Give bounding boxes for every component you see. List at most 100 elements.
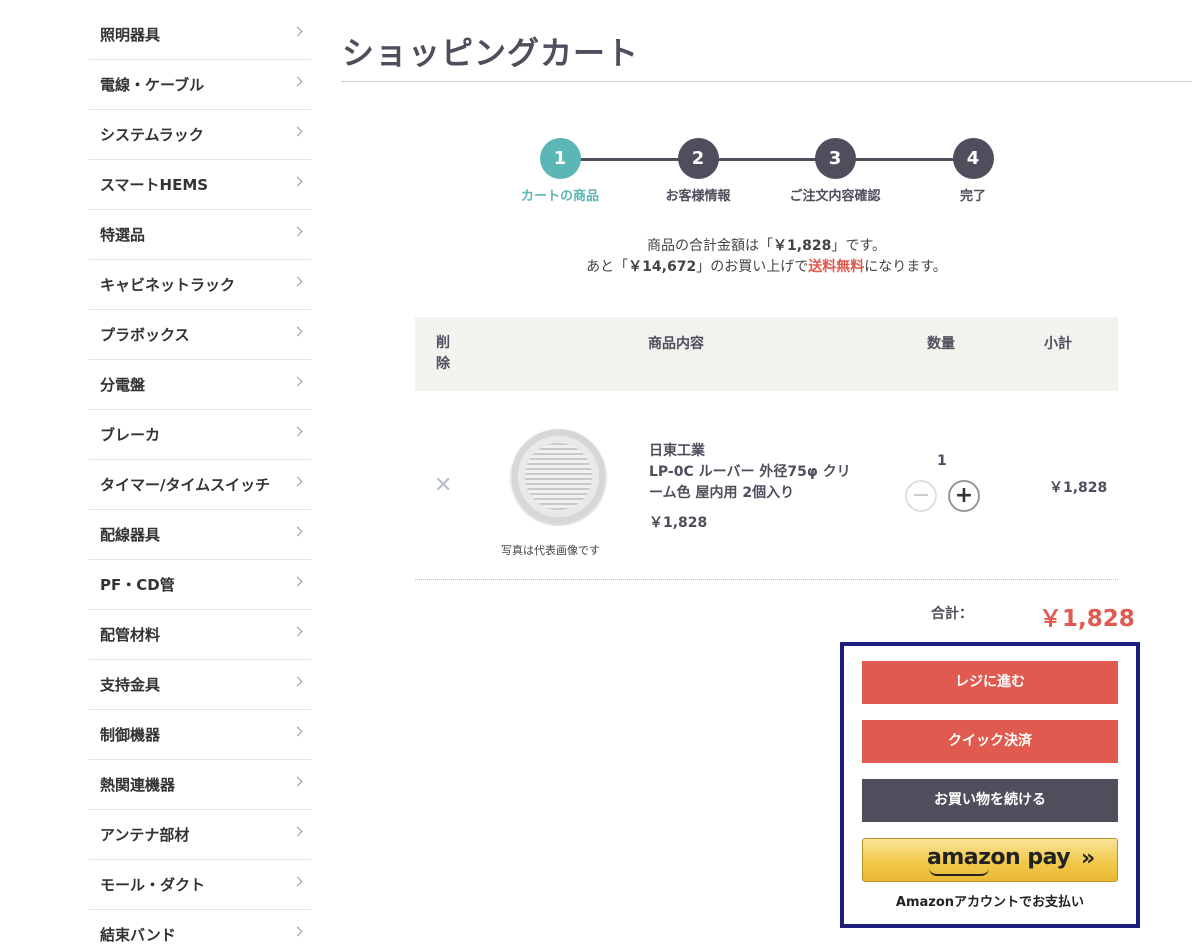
sidebar-item-label: 照明器具 xyxy=(100,26,161,44)
step-complete: 4 完了 xyxy=(913,138,1033,204)
step-number: 2 xyxy=(677,138,719,179)
step-connector xyxy=(560,158,973,161)
product-name[interactable]: 日東工業 LP-0C ルーバー 外径75φ クリーム色 屋内用 2個入り xyxy=(649,441,859,504)
sidebar-item-cables[interactable]: 電線・ケーブル xyxy=(89,60,311,110)
free-shipping-label: 送料無料 xyxy=(808,259,865,275)
page-title: ショッピングカート xyxy=(342,34,640,72)
chevron-right-icon xyxy=(292,776,303,787)
chevron-right-icon xyxy=(292,826,303,837)
amazon-smile-icon xyxy=(929,868,989,876)
chevron-right-icon xyxy=(292,226,303,237)
sidebar-item-label: 制御機器 xyxy=(100,726,161,744)
header-subtotal: 小計 xyxy=(1044,336,1072,352)
sidebar-item-label: 分電盤 xyxy=(100,376,146,394)
amazon-pay-note: Amazonアカウントでお支払い xyxy=(895,895,1085,910)
summary-text: 」です。 xyxy=(831,238,886,254)
sidebar-item-control[interactable]: 制御機器 xyxy=(89,710,311,760)
photo-note: 写真は代表画像です xyxy=(501,544,600,557)
summary-line-total: 商品の合計金額は「￥1,828」です。 xyxy=(415,236,1118,257)
step-number: 1 xyxy=(539,138,581,179)
step-number: 3 xyxy=(814,138,856,179)
sidebar-item-label: 配管材料 xyxy=(100,626,161,644)
step-cart: 1 カートの商品 xyxy=(500,138,620,204)
amazon-pay-logo: amazon pay xyxy=(927,845,1071,870)
total-value: ￥1,828 xyxy=(1039,606,1135,632)
chevron-right-icon xyxy=(292,726,303,737)
sidebar-item-special[interactable]: 特選品 xyxy=(89,210,311,260)
table-row: ✕ 写真は代表画像です 日東工業 LP-0C ルーバー 外径75φ クリーム色 … xyxy=(415,391,1118,580)
louver-grille xyxy=(525,443,592,510)
summary-text: 」のお買い上げで xyxy=(696,259,809,275)
sidebar-item-distribution-board[interactable]: 分電盤 xyxy=(89,360,311,410)
minus-icon[interactable]: − xyxy=(905,480,937,512)
plus-icon[interactable]: + xyxy=(948,480,980,512)
close-icon[interactable]: ✕ xyxy=(434,473,452,498)
sidebar-item-label: PF・CD管 xyxy=(100,576,175,594)
cart-summary-text: 商品の合計金額は「￥1,828」です。 あと「￥14,672」のお買い上げで送料… xyxy=(415,236,1118,278)
sidebar-item-smart-hems[interactable]: スマートHEMS xyxy=(89,160,311,210)
quantity-value: 1 xyxy=(937,453,947,469)
sidebar-item-timer[interactable]: タイマー/タイムスイッチ xyxy=(89,460,311,510)
sidebar-item-label: 熱関連機器 xyxy=(100,776,176,794)
sidebar-item-label: モール・ダクト xyxy=(100,876,206,894)
chevron-right-icon xyxy=(292,176,303,187)
sidebar-item-label: 特選品 xyxy=(100,226,146,244)
chevron-right-icon xyxy=(292,876,303,887)
chevron-right-icon xyxy=(292,376,303,387)
summary-text: になります。 xyxy=(864,259,947,275)
chevron-right-icon xyxy=(292,76,303,87)
sidebar-item-system-rack[interactable]: システムラック xyxy=(89,110,311,160)
chevron-right-icon xyxy=(292,426,303,437)
chevron-right-icon xyxy=(292,526,303,537)
summary-total-amount: ￥1,828 xyxy=(773,238,832,254)
row-subtotal: ￥1,828 xyxy=(1049,480,1108,496)
step-number: 4 xyxy=(952,138,994,179)
sidebar-item-cable-ties[interactable]: 結束バンド xyxy=(89,910,311,945)
quick-checkout-button[interactable]: クイック決済 xyxy=(862,720,1118,763)
summary-text: あと「 xyxy=(586,259,629,275)
sidebar-item-antenna[interactable]: アンテナ部材 xyxy=(89,810,311,860)
sidebar-item-label: スマートHEMS xyxy=(100,176,209,194)
chevron-right-icon xyxy=(292,26,303,37)
chevron-right-icon xyxy=(292,926,303,937)
summary-text: 商品の合計金額は「 xyxy=(647,238,774,254)
sidebar-item-pf-cd[interactable]: PF・CD管 xyxy=(89,560,311,610)
sidebar-item-mall-duct[interactable]: モール・ダクト xyxy=(89,860,311,910)
sidebar-item-label: 結束バンド xyxy=(100,926,176,944)
sidebar-item-label: 支持金具 xyxy=(100,676,161,694)
product-image[interactable] xyxy=(511,429,606,524)
sidebar-item-plastic-box[interactable]: プラボックス xyxy=(89,310,311,360)
continue-shopping-button[interactable]: お買い物を続ける xyxy=(862,779,1118,822)
chevron-right-icon xyxy=(292,476,303,487)
sidebar-item-label: ブレーカ xyxy=(100,426,161,444)
step-label: カートの商品 xyxy=(520,189,599,204)
amazon-pay-button[interactable]: amazon pay » xyxy=(862,838,1118,882)
product-price: ￥1,828 xyxy=(649,515,708,531)
category-sidebar: 照明器具 電線・ケーブル システムラック スマートHEMS 特選品 キャビネット… xyxy=(89,10,311,945)
chevron-right-icon xyxy=(292,626,303,637)
sidebar-item-lighting[interactable]: 照明器具 xyxy=(89,10,311,60)
chevron-right-icon xyxy=(292,576,303,587)
header-delete: 削除 xyxy=(436,335,450,372)
sidebar-item-cabinet-rack[interactable]: キャビネットラック xyxy=(89,260,311,310)
product-title: LP-0C ルーバー 外径75φ クリーム色 屋内用 2個入り xyxy=(649,464,851,501)
sidebar-item-label: プラボックス xyxy=(100,326,190,344)
sidebar-item-support[interactable]: 支持金具 xyxy=(89,660,311,710)
product-maker: 日東工業 xyxy=(649,443,705,459)
sidebar-item-piping[interactable]: 配管材料 xyxy=(89,610,311,660)
sidebar-item-breaker[interactable]: ブレーカ xyxy=(89,410,311,460)
checkout-button[interactable]: レジに進む xyxy=(862,661,1118,704)
sidebar-item-label: 電線・ケーブル xyxy=(100,76,205,94)
checkout-actions: レジに進む クイック決済 お買い物を続ける amazon pay » Amazo… xyxy=(840,642,1140,928)
sidebar-item-heat[interactable]: 熱関連機器 xyxy=(89,760,311,810)
header-qty: 数量 xyxy=(927,336,955,352)
sidebar-item-label: アンテナ部材 xyxy=(100,826,190,844)
step-customer: 2 お客様情報 xyxy=(638,138,758,204)
cart-table-header: 削除 商品内容 数量 小計 xyxy=(415,317,1118,391)
sidebar-item-label: キャビネットラック xyxy=(100,276,236,294)
summary-line-shipping: あと「￥14,672」のお買い上げで送料無料になります。 xyxy=(415,257,1118,278)
checkout-steps: 1 カートの商品 2 お客様情報 3 ご注文内容確認 4 完了 xyxy=(500,138,1040,208)
step-label: お客様情報 xyxy=(665,189,731,204)
chevron-right-icon xyxy=(292,126,303,137)
sidebar-item-wiring[interactable]: 配線器具 xyxy=(89,510,311,560)
